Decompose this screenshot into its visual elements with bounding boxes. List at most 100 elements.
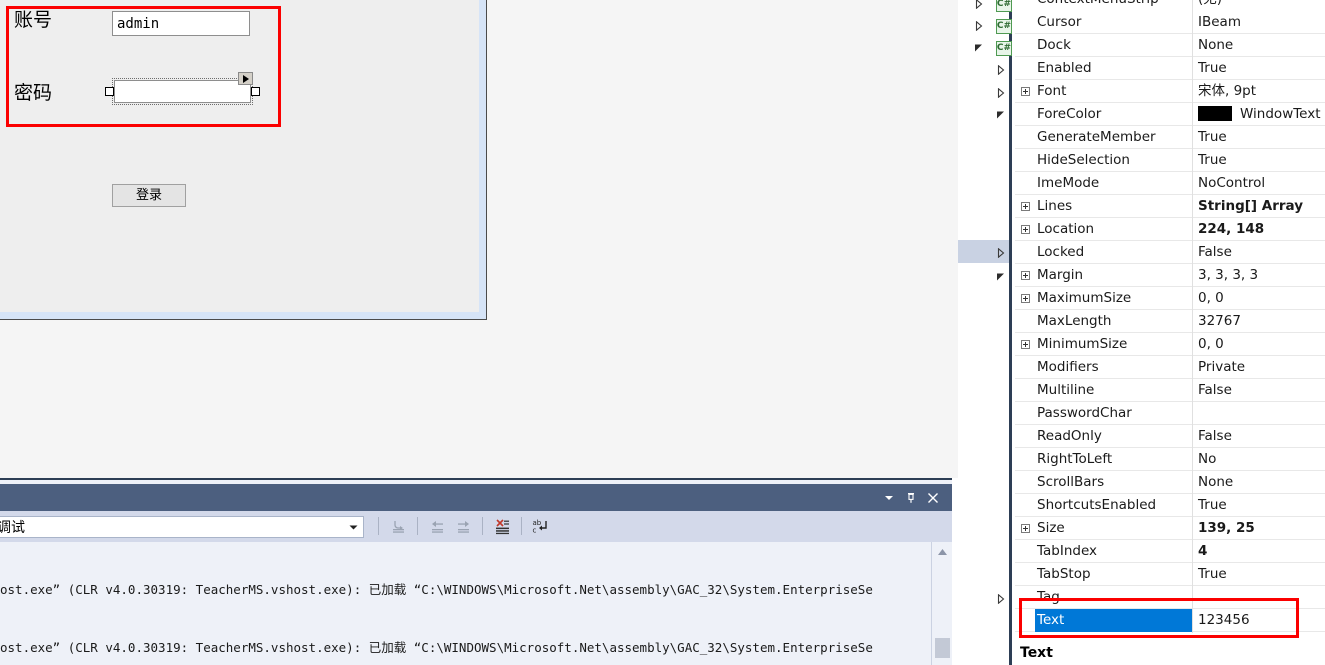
expand-plus-icon[interactable] <box>1015 339 1035 349</box>
resize-handle-left[interactable] <box>105 87 114 96</box>
pin-icon[interactable] <box>900 487 922 509</box>
property-row[interactable]: MaximumSize 0, 0 <box>1015 286 1325 310</box>
password-textbox[interactable] <box>114 80 251 103</box>
scroll-up-arrow-icon[interactable] <box>935 545 950 558</box>
property-row[interactable]: Locked False <box>1015 240 1325 264</box>
property-value[interactable]: (无) <box>1193 0 1325 11</box>
property-value[interactable]: Private <box>1193 356 1325 379</box>
property-row-clipped-bottom[interactable]: TextAlign Left <box>1015 632 1325 633</box>
property-row[interactable]: Multiline False <box>1015 378 1325 402</box>
property-value[interactable]: True <box>1193 494 1325 517</box>
property-row[interactable]: RightToLeft No <box>1015 447 1325 471</box>
chevron-down-icon[interactable] <box>343 523 363 532</box>
property-row[interactable]: Size 139, 25 <box>1015 516 1325 540</box>
property-row[interactable]: Font 宋体, 9pt <box>1015 79 1325 103</box>
label-account[interactable]: 账号 <box>14 11 52 30</box>
tree-collapse-arrow-icon[interactable] <box>994 108 1008 122</box>
expand-plus-icon[interactable] <box>1015 201 1035 211</box>
expand-plus-icon[interactable] <box>1015 270 1035 280</box>
property-row-clipped-top[interactable]: ContextMenuStrip (无) <box>1015 0 1325 11</box>
expand-plus-icon[interactable] <box>1015 523 1035 533</box>
property-value[interactable]: No <box>1193 448 1325 471</box>
property-value[interactable]: String[] Array <box>1193 195 1325 218</box>
property-value[interactable]: None <box>1193 34 1325 57</box>
property-row[interactable]: Dock None <box>1015 33 1325 57</box>
toggle-word-wrap-icon[interactable]: ab c <box>528 514 554 538</box>
property-value[interactable]: False <box>1193 425 1325 448</box>
property-value[interactable] <box>1193 586 1325 609</box>
property-row[interactable]: MaxLength 32767 <box>1015 309 1325 333</box>
tree-expand-arrow-icon[interactable] <box>972 0 986 11</box>
property-value[interactable]: IBeam <box>1193 11 1325 34</box>
tree-expand-arrow-icon[interactable] <box>972 19 986 33</box>
output-text-area[interactable]: ost.exe” (CLR v4.0.30319: TeacherMS.vsho… <box>0 542 931 665</box>
tree-collapse-arrow-icon[interactable] <box>994 270 1008 284</box>
close-icon[interactable] <box>922 487 944 509</box>
property-row[interactable]: GenerateMember True <box>1015 125 1325 149</box>
property-value[interactable]: 3, 3, 3, 3 <box>1193 264 1325 287</box>
password-textbox-selection[interactable] <box>105 72 260 109</box>
property-row[interactable]: TabIndex 4 <box>1015 539 1325 563</box>
tree-expand-arrow-icon[interactable] <box>994 246 1008 260</box>
smart-tag-triangle-icon[interactable] <box>238 72 253 85</box>
form-designer-area[interactable]: 账号 admin 密码 登录 <box>0 0 958 478</box>
output-source-combobox[interactable]: 调试 <box>0 516 364 538</box>
property-row[interactable]: ReadOnly False <box>1015 424 1325 448</box>
property-value[interactable]: 0, 0 <box>1193 333 1325 356</box>
property-value[interactable]: NoControl <box>1193 172 1325 195</box>
property-value[interactable]: 224, 148 <box>1193 218 1325 241</box>
properties-grid[interactable]: ContextMenuStrip (无) CursorIBeamDockNone… <box>1015 0 1325 633</box>
property-value[interactable]: WindowText <box>1193 103 1325 126</box>
account-textbox[interactable]: admin <box>112 11 250 36</box>
property-value[interactable]: True <box>1193 149 1325 172</box>
property-row[interactable]: Tag <box>1015 585 1325 609</box>
property-value[interactable]: False <box>1193 241 1325 264</box>
go-to-source-icon[interactable] <box>385 514 411 538</box>
property-row[interactable]: MinimumSize 0, 0 <box>1015 332 1325 356</box>
property-value[interactable]: True <box>1193 126 1325 149</box>
form-client-surface[interactable]: 账号 admin 密码 登录 <box>0 0 479 312</box>
property-value[interactable]: True <box>1193 563 1325 586</box>
label-password[interactable]: 密码 <box>14 84 52 103</box>
property-row[interactable]: ShortcutsEnabled True <box>1015 493 1325 517</box>
scrollbar-thumb[interactable] <box>935 638 950 658</box>
csharp-file-icon[interactable]: C# <box>996 41 1012 56</box>
property-row[interactable]: Modifiers Private <box>1015 355 1325 379</box>
chevron-down-icon[interactable] <box>878 487 900 509</box>
csharp-file-icon[interactable]: C# <box>996 0 1012 12</box>
navigate-back-icon[interactable] <box>424 514 450 538</box>
csharp-file-icon[interactable]: C# <box>996 19 1012 34</box>
form-designer-window[interactable]: 账号 admin 密码 登录 <box>0 0 487 320</box>
property-value[interactable] <box>1193 402 1325 425</box>
property-value[interactable]: 123456 <box>1193 609 1325 632</box>
login-button[interactable]: 登录 <box>112 184 186 207</box>
property-row[interactable]: ScrollBars None <box>1015 470 1325 494</box>
property-row[interactable]: Location 224, 148 <box>1015 217 1325 241</box>
property-row[interactable]: Lines String[] Array <box>1015 194 1325 218</box>
property-value[interactable]: 139, 25 <box>1193 517 1325 540</box>
output-window[interactable]: 调试 ab c ost.exe” (CLR v4.0.30319: Teache… <box>0 478 952 665</box>
resize-handle-right[interactable] <box>251 87 260 96</box>
property-row[interactable]: ImeMode NoControl <box>1015 171 1325 195</box>
property-row[interactable]: TabStop True <box>1015 562 1325 586</box>
property-value[interactable]: 宋体, 9pt <box>1193 80 1325 103</box>
property-row[interactable]: Margin 3, 3, 3, 3 <box>1015 263 1325 287</box>
navigate-forward-icon[interactable] <box>450 514 476 538</box>
tree-expand-arrow-icon[interactable] <box>994 63 1008 77</box>
expand-plus-icon[interactable] <box>1015 293 1035 303</box>
expand-plus-icon[interactable] <box>1015 224 1035 234</box>
clear-all-icon[interactable] <box>489 514 515 538</box>
property-row[interactable]: Text 123456 <box>1015 608 1325 632</box>
property-value[interactable]: Left <box>1193 632 1325 633</box>
tree-expand-arrow-icon[interactable] <box>994 592 1008 606</box>
property-row[interactable]: PasswordChar <box>1015 401 1325 425</box>
property-row[interactable]: Enabled True <box>1015 56 1325 80</box>
property-value[interactable]: 0, 0 <box>1193 287 1325 310</box>
tree-collapse-arrow-icon[interactable] <box>972 41 986 55</box>
expand-plus-icon[interactable] <box>1015 86 1035 96</box>
solution-explorer-strip[interactable]: C# C# C# <box>958 0 1012 665</box>
property-value[interactable]: False <box>1193 379 1325 402</box>
property-value[interactable]: 32767 <box>1193 310 1325 333</box>
property-value[interactable]: True <box>1193 57 1325 80</box>
property-value[interactable]: None <box>1193 471 1325 494</box>
